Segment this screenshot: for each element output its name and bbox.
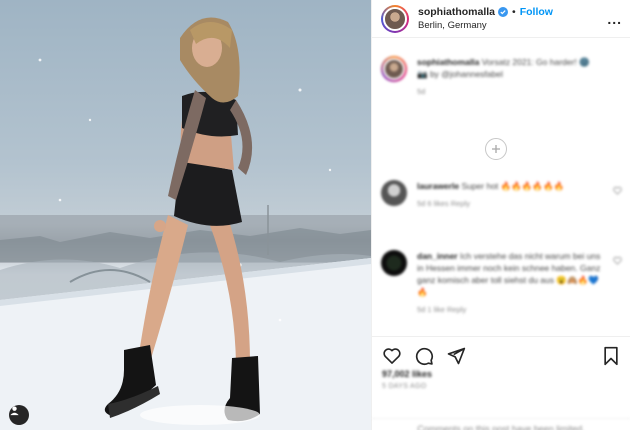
comments-limited-notice: Comments on this post have been limited.: [372, 418, 630, 430]
comment-meta[interactable]: 5d 1 like Reply: [417, 304, 607, 316]
comment-item: laurawerle Super hot 🔥🔥🔥🔥🔥🔥 5d 6 likes R…: [381, 180, 622, 210]
location-link[interactable]: Berlin, Germany: [418, 19, 607, 32]
comment-avatar[interactable]: [381, 180, 407, 206]
post-header: sophiathomalla • Follow Berlin, Germany …: [372, 0, 630, 38]
action-bar: 97,002 likes 5 DAYS AGO: [372, 336, 630, 390]
caption-avatar[interactable]: [381, 56, 407, 82]
paper-plane-icon[interactable]: [446, 346, 466, 366]
comment-text: Super hot 🔥🔥🔥🔥🔥🔥: [461, 181, 565, 191]
caption-username[interactable]: sophiathomalla: [417, 57, 479, 67]
photo-scene: [0, 17, 371, 430]
follow-button[interactable]: Follow: [520, 6, 553, 19]
verified-badge-icon: [498, 7, 509, 17]
user-tag-icon[interactable]: [9, 405, 29, 425]
comment-heart-icon[interactable]: [613, 186, 622, 195]
likes-count[interactable]: 97,002 likes: [382, 369, 620, 379]
separator-dot: •: [512, 5, 516, 18]
avatar[interactable]: [381, 4, 409, 33]
comment-item: dan_inner Ich verstehe das nicht warum b…: [381, 250, 622, 316]
comment-username[interactable]: dan_inner: [417, 251, 458, 261]
caption-credit: 📷 by @johannesfabel: [417, 69, 503, 79]
more-options-icon[interactable]: ...: [607, 11, 622, 27]
caption-time: 5d: [417, 87, 426, 96]
post-timestamp: 5 DAYS AGO: [382, 383, 427, 390]
comment-username[interactable]: laurawerle: [417, 181, 459, 191]
header-username[interactable]: sophiathomalla: [418, 6, 495, 19]
post-side-panel: sophiathomalla • Follow Berlin, Germany …: [371, 0, 630, 430]
comment-meta[interactable]: 5d 6 likes Reply: [417, 198, 607, 210]
comment-icon[interactable]: [414, 346, 434, 366]
caption-text: Vorsatz 2021: Go harder! 🌚: [481, 57, 590, 67]
heart-icon[interactable]: [382, 346, 402, 366]
plus-circle-icon[interactable]: [485, 138, 507, 160]
caption: sophiathomalla Vorsatz 2021: Go harder! …: [381, 56, 622, 98]
post-photo[interactable]: [0, 0, 371, 430]
comments-section: sophiathomalla Vorsatz 2021: Go harder! …: [372, 38, 630, 336]
comment-avatar[interactable]: [381, 250, 407, 276]
bookmark-icon[interactable]: [602, 346, 620, 366]
comment-heart-icon[interactable]: [613, 256, 622, 265]
